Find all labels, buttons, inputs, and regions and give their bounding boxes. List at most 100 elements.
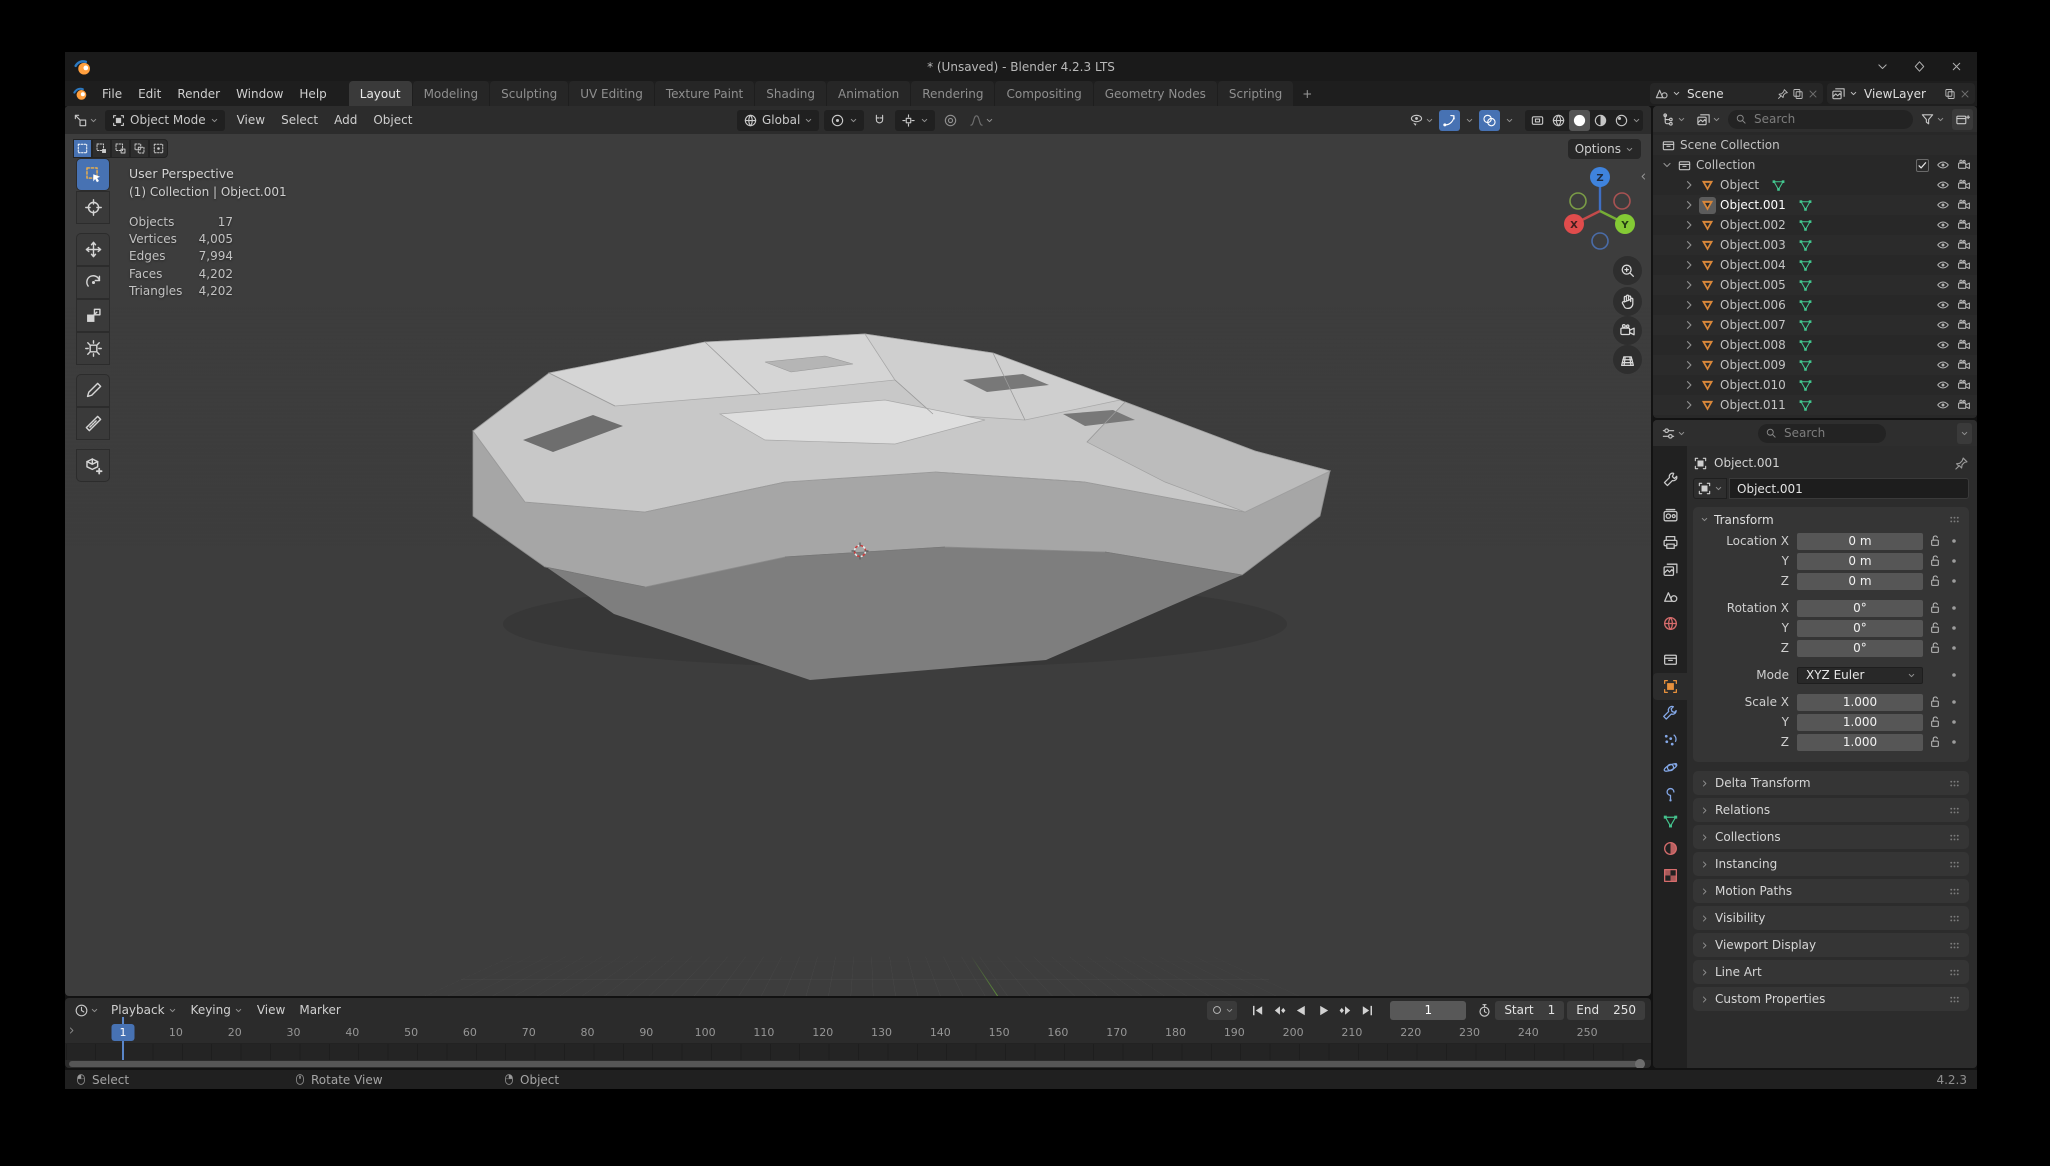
property-section[interactable]: Relations [1693, 798, 1969, 822]
navigation-gizmo[interactable]: Z X Y [1555, 163, 1645, 253]
drag-handle-icon[interactable] [1947, 911, 1962, 926]
orientation-dropdown[interactable]: Global [737, 110, 819, 131]
next-keyframe-button[interactable] [1336, 1001, 1355, 1020]
prev-keyframe-button[interactable] [1270, 1001, 1289, 1020]
drag-handle-icon[interactable] [1947, 965, 1962, 980]
scene-selector[interactable]: Scene [1650, 83, 1823, 104]
properties-tab[interactable] [1653, 556, 1687, 583]
select-mode-button[interactable] [111, 139, 130, 158]
render-camera-icon[interactable] [1957, 258, 1971, 272]
viewport-menu-item[interactable]: Select [273, 111, 326, 129]
hide-eye-icon[interactable] [1936, 358, 1950, 372]
scene-collection-label[interactable]: Scene Collection [1680, 138, 1780, 152]
object-name[interactable]: Object.006 [1720, 298, 1786, 312]
render-camera-icon[interactable] [1957, 358, 1971, 372]
play-button[interactable] [1314, 1001, 1333, 1020]
gizmos-dropdown[interactable] [1462, 110, 1477, 131]
drag-handle-icon[interactable] [1947, 938, 1962, 953]
options-dropdown[interactable]: Options [1568, 139, 1641, 159]
outliner-object-row[interactable]: Object.003 [1653, 235, 1977, 255]
viewport-menu-item[interactable]: Object [365, 111, 420, 129]
viewlayer-selector[interactable]: ViewLayer [1827, 83, 1975, 104]
workspace-tab[interactable]: Sculpting [490, 81, 568, 106]
play-reverse-button[interactable] [1292, 1001, 1311, 1020]
new-collection-button[interactable] [1952, 109, 1973, 130]
expand-chevron-icon[interactable] [1683, 399, 1695, 411]
hide-eye-icon[interactable] [1936, 318, 1950, 332]
xray-toggle[interactable] [1527, 110, 1548, 131]
drag-handle-icon[interactable] [1947, 857, 1962, 872]
hide-eye-icon[interactable] [1936, 198, 1950, 212]
render-camera-icon[interactable] [1957, 178, 1971, 192]
hide-eye-icon[interactable] [1936, 158, 1950, 172]
property-section[interactable]: Line Art [1693, 960, 1969, 984]
render-camera-icon[interactable] [1957, 318, 1971, 332]
end-frame-field[interactable]: End 250 [1567, 1001, 1645, 1020]
properties-search-input[interactable] [1782, 425, 1879, 441]
shading-solid-button[interactable] [1569, 110, 1590, 131]
property-field[interactable]: 0 m [1797, 573, 1923, 590]
outliner-object-row[interactable]: Object.002 [1653, 215, 1977, 235]
render-camera-icon[interactable] [1957, 218, 1971, 232]
animate-dot-icon[interactable] [1948, 716, 1960, 728]
gizmo-axis-neg-z[interactable] [1592, 233, 1608, 249]
object-name[interactable]: Object.002 [1720, 218, 1786, 232]
overlays-dropdown[interactable] [1502, 110, 1517, 131]
lock-icon[interactable] [1928, 735, 1942, 749]
tool-button[interactable] [76, 158, 110, 191]
render-camera-icon[interactable] [1957, 278, 1971, 292]
workspace-tab[interactable]: UV Editing [569, 81, 654, 106]
hide-eye-icon[interactable] [1936, 238, 1950, 252]
lock-icon[interactable] [1928, 534, 1942, 548]
expand-chevron-icon[interactable] [1683, 319, 1695, 331]
properties-tab[interactable] [1653, 583, 1687, 610]
current-frame-field[interactable]: 1 [1390, 1001, 1466, 1020]
animate-dot-icon[interactable] [1948, 622, 1960, 634]
menu-item[interactable]: File [94, 85, 130, 103]
render-camera-icon[interactable] [1957, 158, 1971, 172]
object-name-field[interactable] [1729, 478, 1969, 499]
timeline-menu-item[interactable]: Marker [292, 999, 347, 1021]
menu-item[interactable]: Edit [130, 85, 169, 103]
hide-eye-icon[interactable] [1936, 378, 1950, 392]
timeline-scrollbar[interactable] [69, 1061, 1641, 1067]
lock-icon[interactable] [1928, 641, 1942, 655]
timeline-collapse-icon[interactable] [67, 1026, 76, 1035]
property-field[interactable]: 1.000 [1797, 694, 1923, 711]
chevron-down-icon[interactable] [1849, 89, 1858, 98]
outliner-search[interactable] [1728, 110, 1913, 129]
outliner-editor-button[interactable] [1658, 109, 1689, 130]
overlays-toggle[interactable] [1479, 110, 1500, 131]
timeline-menu-item[interactable]: Keying [184, 999, 250, 1021]
blender-menu-icon[interactable] [73, 86, 88, 101]
chevron-down-icon[interactable] [1661, 159, 1673, 171]
property-field[interactable]: 0 m [1797, 553, 1923, 570]
timeline-menu-item[interactable]: Playback [104, 999, 184, 1021]
property-field[interactable]: 0 m [1797, 533, 1923, 550]
property-field[interactable]: 0° [1797, 600, 1923, 617]
properties-editor-button[interactable] [1658, 423, 1689, 444]
tool-button[interactable] [76, 374, 110, 407]
tool-button[interactable] [76, 332, 110, 365]
outliner-object-row[interactable]: Object [1653, 175, 1977, 195]
outliner-object-row[interactable]: Object.008 [1653, 335, 1977, 355]
zoom-button[interactable] [1613, 256, 1642, 285]
animate-dot-icon[interactable] [1948, 575, 1960, 587]
unlink-scene-icon[interactable] [1807, 88, 1819, 100]
timeline-track-area[interactable] [65, 1044, 1651, 1060]
property-field[interactable]: 0° [1797, 640, 1923, 657]
properties-tab[interactable] [1653, 781, 1687, 808]
workspace-tab[interactable]: Geometry Nodes [1094, 81, 1217, 106]
outliner-object-row[interactable]: Object.007 [1653, 315, 1977, 335]
animate-dot-icon[interactable] [1948, 535, 1960, 547]
timeline-editor-button[interactable] [71, 1000, 102, 1021]
expand-chevron-icon[interactable] [1683, 379, 1695, 391]
display-mode-button[interactable] [1693, 109, 1724, 130]
animate-dot-icon[interactable] [1948, 602, 1960, 614]
property-section[interactable]: Instancing [1693, 852, 1969, 876]
pin-icon[interactable] [1954, 456, 1969, 471]
property-section[interactable]: Delta Transform [1693, 771, 1969, 795]
expand-chevron-icon[interactable] [1683, 339, 1695, 351]
hide-eye-icon[interactable] [1936, 298, 1950, 312]
outliner-search-input[interactable] [1752, 111, 1906, 127]
